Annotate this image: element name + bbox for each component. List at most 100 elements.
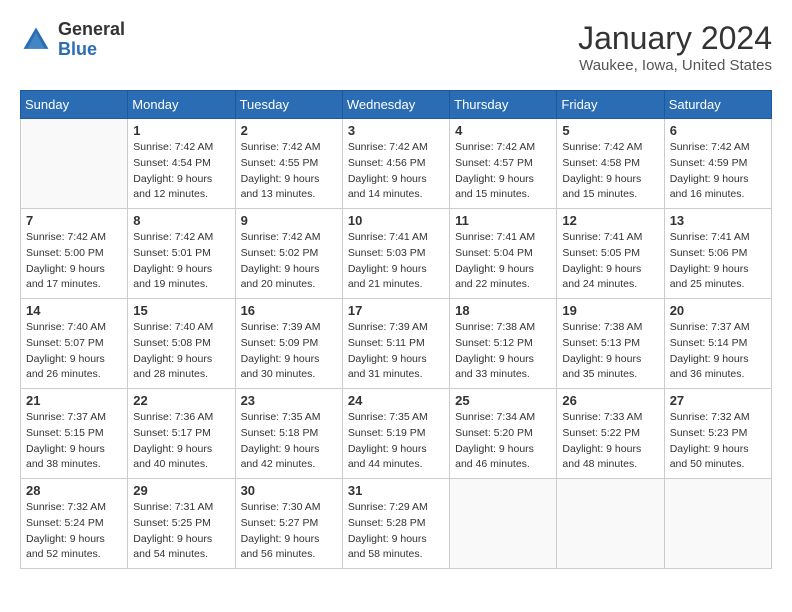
day-info: Sunrise: 7:37 AMSunset: 5:15 PMDaylight:… — [26, 410, 122, 473]
day-info: Sunrise: 7:37 AMSunset: 5:14 PMDaylight:… — [670, 320, 766, 383]
logo-general: General — [58, 20, 125, 40]
day-number: 4 — [455, 123, 551, 138]
calendar-cell: 23 Sunrise: 7:35 AMSunset: 5:18 PMDayligh… — [235, 389, 342, 479]
weekday-header-row: SundayMondayTuesdayWednesdayThursdayFrid… — [21, 91, 772, 119]
day-info: Sunrise: 7:39 AMSunset: 5:09 PMDaylight:… — [241, 320, 337, 383]
day-number: 17 — [348, 303, 444, 318]
day-number: 19 — [562, 303, 658, 318]
location: Waukee, Iowa, United States — [578, 57, 772, 74]
day-number: 13 — [670, 213, 766, 228]
day-info: Sunrise: 7:40 AMSunset: 5:07 PMDaylight:… — [26, 320, 122, 383]
day-number: 7 — [26, 213, 122, 228]
calendar-cell: 2 Sunrise: 7:42 AMSunset: 4:55 PMDaylight… — [235, 119, 342, 209]
day-info: Sunrise: 7:32 AMSunset: 5:24 PMDaylight:… — [26, 500, 122, 563]
day-info: Sunrise: 7:29 AMSunset: 5:28 PMDaylight:… — [348, 500, 444, 563]
day-number: 29 — [133, 483, 229, 498]
calendar-week-row: 21 Sunrise: 7:37 AMSunset: 5:15 PMDayligh… — [21, 389, 772, 479]
day-info: Sunrise: 7:31 AMSunset: 5:25 PMDaylight:… — [133, 500, 229, 563]
calendar-cell: 20 Sunrise: 7:37 AMSunset: 5:14 PMDayligh… — [664, 299, 771, 389]
calendar-cell: 27Sunrise: 7:32 AMSunset: 5:23 PMDayligh… — [664, 389, 771, 479]
day-info: Sunrise: 7:36 AMSunset: 5:17 PMDaylight:… — [133, 410, 229, 473]
day-number: 14 — [26, 303, 122, 318]
calendar-cell: 29 Sunrise: 7:31 AMSunset: 5:25 PMDayligh… — [128, 479, 235, 569]
day-number: 20 — [670, 303, 766, 318]
day-number: 2 — [241, 123, 337, 138]
day-info: Sunrise: 7:40 AMSunset: 5:08 PMDaylight:… — [133, 320, 229, 383]
day-number: 9 — [241, 213, 337, 228]
day-info: Sunrise: 7:42 AMSunset: 4:55 PMDaylight:… — [241, 140, 337, 203]
day-info: Sunrise: 7:42 AMSunset: 4:58 PMDaylight:… — [562, 140, 658, 203]
calendar-cell: 25 Sunrise: 7:34 AMSunset: 5:20 PMDayligh… — [450, 389, 557, 479]
day-number: 21 — [26, 393, 122, 408]
logo-text: General Blue — [58, 20, 125, 60]
day-number: 15 — [133, 303, 229, 318]
day-info: Sunrise: 7:42 AMSunset: 4:56 PMDaylight:… — [348, 140, 444, 203]
calendar-cell — [450, 479, 557, 569]
calendar-cell: 16 Sunrise: 7:39 AMSunset: 5:09 PMDayligh… — [235, 299, 342, 389]
calendar-cell: 28 Sunrise: 7:32 AMSunset: 5:24 PMDayligh… — [21, 479, 128, 569]
day-info: Sunrise: 7:30 AMSunset: 5:27 PMDaylight:… — [241, 500, 337, 563]
calendar-cell: 9 Sunrise: 7:42 AMSunset: 5:02 PMDaylight… — [235, 209, 342, 299]
day-number: 25 — [455, 393, 551, 408]
day-number: 23 — [241, 393, 337, 408]
calendar-cell — [21, 119, 128, 209]
month-title: January 2024 — [578, 20, 772, 57]
calendar-cell: 21 Sunrise: 7:37 AMSunset: 5:15 PMDayligh… — [21, 389, 128, 479]
day-info: Sunrise: 7:35 AMSunset: 5:18 PMDaylight:… — [241, 410, 337, 473]
day-number: 30 — [241, 483, 337, 498]
day-number: 8 — [133, 213, 229, 228]
day-info: Sunrise: 7:38 AMSunset: 5:13 PMDaylight:… — [562, 320, 658, 383]
calendar-cell: 19 Sunrise: 7:38 AMSunset: 5:13 PMDayligh… — [557, 299, 664, 389]
calendar-cell — [664, 479, 771, 569]
calendar-cell: 31 Sunrise: 7:29 AMSunset: 5:28 PMDayligh… — [342, 479, 449, 569]
calendar-cell: 24Sunrise: 7:35 AMSunset: 5:19 PMDayligh… — [342, 389, 449, 479]
day-info: Sunrise: 7:38 AMSunset: 5:12 PMDaylight:… — [455, 320, 551, 383]
day-number: 18 — [455, 303, 551, 318]
calendar-week-row: 28 Sunrise: 7:32 AMSunset: 5:24 PMDayligh… — [21, 479, 772, 569]
weekday-header-friday: Friday — [557, 91, 664, 119]
page-header: General Blue January 2024 Waukee, Iowa, … — [20, 20, 772, 74]
day-info: Sunrise: 7:41 AMSunset: 5:05 PMDaylight:… — [562, 230, 658, 293]
calendar-cell: 6 Sunrise: 7:42 AMSunset: 4:59 PMDaylight… — [664, 119, 771, 209]
calendar-cell: 4Sunrise: 7:42 AMSunset: 4:57 PMDaylight… — [450, 119, 557, 209]
calendar-cell: 3 Sunrise: 7:42 AMSunset: 4:56 PMDaylight… — [342, 119, 449, 209]
day-number: 26 — [562, 393, 658, 408]
day-info: Sunrise: 7:42 AMSunset: 5:00 PMDaylight:… — [26, 230, 122, 293]
day-number: 11 — [455, 213, 551, 228]
day-number: 1 — [133, 123, 229, 138]
weekday-header-saturday: Saturday — [664, 91, 771, 119]
day-number: 3 — [348, 123, 444, 138]
day-info: Sunrise: 7:41 AMSunset: 5:06 PMDaylight:… — [670, 230, 766, 293]
day-info: Sunrise: 7:42 AMSunset: 4:59 PMDaylight:… — [670, 140, 766, 203]
day-info: Sunrise: 7:33 AMSunset: 5:22 PMDaylight:… — [562, 410, 658, 473]
day-info: Sunrise: 7:42 AMSunset: 5:01 PMDaylight:… — [133, 230, 229, 293]
day-info: Sunrise: 7:34 AMSunset: 5:20 PMDaylight:… — [455, 410, 551, 473]
day-info: Sunrise: 7:41 AMSunset: 5:03 PMDaylight:… — [348, 230, 444, 293]
day-number: 27 — [670, 393, 766, 408]
day-number: 12 — [562, 213, 658, 228]
weekday-header-tuesday: Tuesday — [235, 91, 342, 119]
logo-blue: Blue — [58, 40, 125, 60]
day-info: Sunrise: 7:39 AMSunset: 5:11 PMDaylight:… — [348, 320, 444, 383]
day-number: 6 — [670, 123, 766, 138]
day-number: 16 — [241, 303, 337, 318]
calendar-cell: 5Sunrise: 7:42 AMSunset: 4:58 PMDaylight… — [557, 119, 664, 209]
calendar-week-row: 7 Sunrise: 7:42 AMSunset: 5:00 PMDaylight… — [21, 209, 772, 299]
calendar-cell: 15 Sunrise: 7:40 AMSunset: 5:08 PMDayligh… — [128, 299, 235, 389]
calendar-table: SundayMondayTuesdayWednesdayThursdayFrid… — [20, 90, 772, 569]
calendar-cell — [557, 479, 664, 569]
calendar-cell: 1Sunrise: 7:42 AMSunset: 4:54 PMDaylight… — [128, 119, 235, 209]
calendar-cell: 12 Sunrise: 7:41 AMSunset: 5:05 PMDayligh… — [557, 209, 664, 299]
logo-icon — [20, 24, 52, 56]
weekday-header-wednesday: Wednesday — [342, 91, 449, 119]
weekday-header-thursday: Thursday — [450, 91, 557, 119]
weekday-header-monday: Monday — [128, 91, 235, 119]
title-block: January 2024 Waukee, Iowa, United States — [578, 20, 772, 74]
calendar-week-row: 1Sunrise: 7:42 AMSunset: 4:54 PMDaylight… — [21, 119, 772, 209]
day-number: 22 — [133, 393, 229, 408]
calendar-cell: 13 Sunrise: 7:41 AMSunset: 5:06 PMDayligh… — [664, 209, 771, 299]
day-number: 28 — [26, 483, 122, 498]
day-info: Sunrise: 7:42 AMSunset: 5:02 PMDaylight:… — [241, 230, 337, 293]
calendar-cell: 17 Sunrise: 7:39 AMSunset: 5:11 PMDayligh… — [342, 299, 449, 389]
day-number: 31 — [348, 483, 444, 498]
